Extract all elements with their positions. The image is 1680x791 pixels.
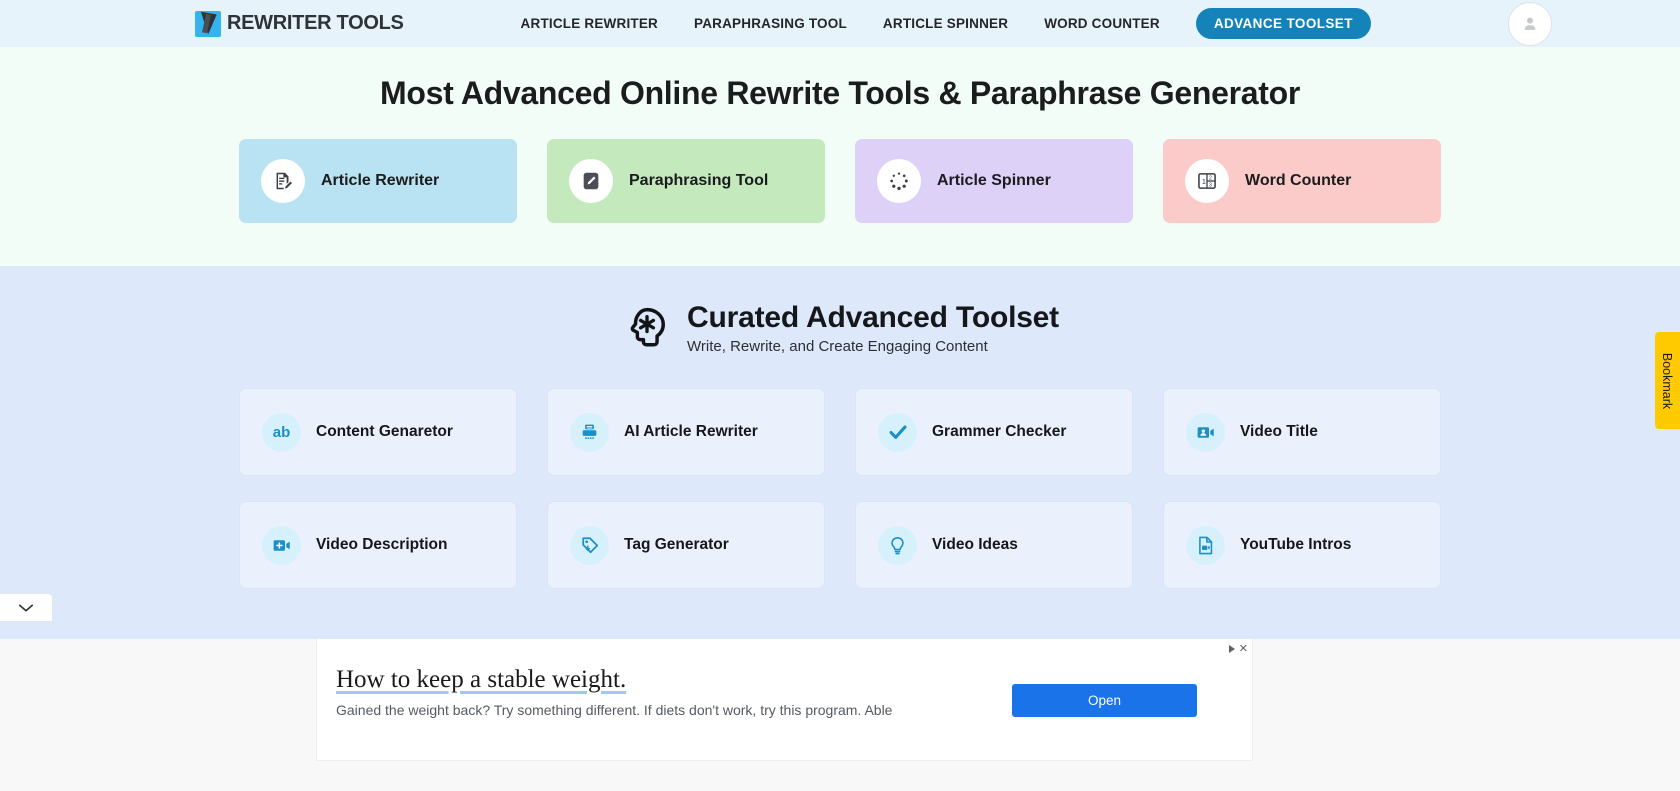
main-nav: ARTICLE REWRITER PARAPHRASING TOOL ARTIC… bbox=[521, 8, 1371, 39]
icon-bubble bbox=[878, 412, 917, 452]
toolset-subtitle: Write, Rewrite, and Create Engaging Cont… bbox=[687, 337, 988, 355]
nav-item-article-spinner[interactable]: ARTICLE SPINNER bbox=[883, 10, 1008, 37]
nav-item-article-rewriter[interactable]: ARTICLE REWRITER bbox=[521, 10, 658, 37]
nav-item-paraphrasing-tool[interactable]: PARAPHRASING TOOL bbox=[694, 10, 847, 37]
tag-icon bbox=[581, 537, 598, 554]
check-icon bbox=[889, 425, 907, 440]
brand-name: REWRITER TOOLS bbox=[227, 12, 404, 34]
tool-card-article-spinner[interactable]: Article Spinner bbox=[855, 139, 1133, 223]
toolset-card-label: Video Title bbox=[1240, 423, 1318, 441]
tool-card-article-rewriter[interactable]: Article Rewriter bbox=[239, 139, 517, 223]
toolset-card-label: AI Article Rewriter bbox=[624, 423, 758, 441]
site-header: REWRITER TOOLS ARTICLE REWRITER PARAPHRA… bbox=[0, 0, 1680, 47]
ad-body-text: Gained the weight back? Try something di… bbox=[336, 702, 893, 718]
svg-text:1: 1 bbox=[1202, 177, 1206, 186]
icon-bubble bbox=[261, 159, 305, 203]
bookmark-tab[interactable]: Bookmark bbox=[1655, 332, 1680, 429]
svg-text:2: 2 bbox=[1209, 176, 1212, 182]
toolset-card-label: Video Ideas bbox=[932, 536, 1018, 554]
tool-card-paraphrasing-tool[interactable]: Paraphrasing Tool bbox=[547, 139, 825, 223]
spinner-dots-icon bbox=[890, 172, 908, 191]
collapse-ad-button[interactable] bbox=[0, 593, 53, 622]
icon-bubble bbox=[1186, 525, 1225, 565]
lightbulb-icon bbox=[891, 536, 904, 555]
ad-meta: ✕ bbox=[1228, 642, 1248, 655]
brand-logo[interactable]: REWRITER TOOLS bbox=[195, 10, 404, 37]
toolset-card-video-description[interactable]: Video Description bbox=[239, 501, 517, 590]
pencil-square-icon bbox=[583, 172, 599, 190]
advanced-toolset-section: Curated Advanced Toolset Write, Rewrite,… bbox=[0, 266, 1680, 639]
toolset-header: Curated Advanced Toolset Write, Rewrite,… bbox=[0, 302, 1680, 354]
toolset-card-label: YouTube Intros bbox=[1240, 536, 1352, 554]
nav-item-word-counter[interactable]: WORD COUNTER bbox=[1044, 10, 1160, 37]
tool-card-label: Article Spinner bbox=[937, 172, 1051, 189]
toolset-card-tag-generator[interactable]: Tag Generator bbox=[547, 501, 825, 590]
icon-bubble: ab bbox=[262, 412, 301, 452]
ad-headline[interactable]: How to keep a stable weight. bbox=[336, 666, 626, 694]
toolset-card-grammer-checker[interactable]: Grammer Checker bbox=[855, 388, 1133, 477]
tool-card-label: Paraphrasing Tool bbox=[629, 172, 769, 189]
toolset-card-content-genaretor[interactable]: ab Content Genaretor bbox=[239, 388, 517, 477]
tool-card-word-counter[interactable]: 1 2 3 Word Counter bbox=[1163, 139, 1441, 223]
bookmark-label: Bookmark bbox=[1660, 352, 1675, 409]
ad-open-button[interactable]: Open bbox=[1012, 684, 1197, 717]
ab-text-icon: ab bbox=[272, 423, 291, 441]
toolset-card-video-title[interactable]: Video Title bbox=[1163, 388, 1441, 477]
advertisement-card: ✕ How to keep a stable weight. Gained th… bbox=[316, 639, 1253, 761]
toolset-card-label: Grammer Checker bbox=[932, 423, 1067, 441]
document-video-icon bbox=[1199, 536, 1213, 555]
icon-bubble bbox=[262, 525, 301, 565]
number-box-icon: 1 2 3 bbox=[1198, 173, 1216, 189]
svg-text:3: 3 bbox=[1209, 183, 1212, 189]
toolset-row-1: ab Content Genaretor AI Article Rewriter… bbox=[0, 388, 1680, 477]
head-asterisk-icon bbox=[630, 307, 666, 347]
close-ad-icon[interactable]: ✕ bbox=[1239, 642, 1248, 655]
chevron-down-icon bbox=[18, 603, 34, 612]
hero-card-row: Article Rewriter Paraphrasing Tool Artic… bbox=[0, 139, 1680, 223]
pen-nib-logo-icon bbox=[195, 10, 221, 37]
video-person-icon bbox=[1197, 427, 1214, 438]
document-edit-icon bbox=[276, 172, 292, 190]
toolset-card-ai-article-rewriter[interactable]: AI Article Rewriter bbox=[547, 388, 825, 477]
page-title: Most Advanced Online Rewrite Tools & Par… bbox=[379, 75, 1301, 111]
toolset-card-label: Content Genaretor bbox=[316, 423, 453, 441]
icon-bubble bbox=[569, 159, 613, 203]
toolset-card-video-ideas[interactable]: Video Ideas bbox=[855, 501, 1133, 590]
icon-bubble bbox=[570, 525, 609, 565]
advance-toolset-button[interactable]: ADVANCE TOOLSET bbox=[1195, 8, 1371, 39]
toolset-row-2: Video Description Tag Generator Video Id… bbox=[0, 501, 1680, 590]
avatar[interactable] bbox=[1508, 2, 1552, 46]
video-plus-icon bbox=[273, 540, 290, 551]
advertisement-strip: ✕ How to keep a stable weight. Gained th… bbox=[0, 639, 1680, 791]
icon-bubble: 1 2 3 bbox=[1185, 159, 1229, 203]
toolset-card-label: Video Description bbox=[316, 536, 448, 554]
toolset-title: Curated Advanced Toolset bbox=[687, 301, 1059, 334]
ai-machine-icon bbox=[582, 424, 597, 439]
toolset-card-label: Tag Generator bbox=[624, 536, 729, 554]
page-root: REWRITER TOOLS ARTICLE REWRITER PARAPHRA… bbox=[0, 0, 1680, 791]
icon-bubble bbox=[878, 525, 917, 565]
hero-section: Most Advanced Online Rewrite Tools & Par… bbox=[0, 47, 1680, 266]
toolset-card-youtube-intros[interactable]: YouTube Intros bbox=[1163, 501, 1441, 590]
ad-choices-icon[interactable] bbox=[1228, 644, 1235, 653]
user-icon bbox=[1524, 17, 1536, 30]
icon-bubble bbox=[877, 159, 921, 203]
tool-card-label: Article Rewriter bbox=[321, 172, 440, 189]
tool-card-label: Word Counter bbox=[1245, 172, 1352, 189]
icon-bubble bbox=[570, 412, 609, 452]
icon-bubble bbox=[1186, 412, 1225, 452]
